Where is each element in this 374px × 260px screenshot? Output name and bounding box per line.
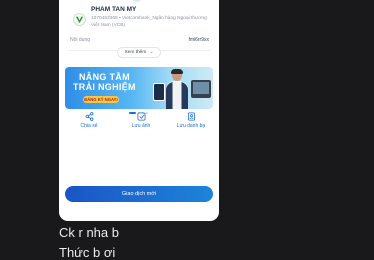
share-label: Chia sẻ [80, 123, 98, 129]
banner-person-image [166, 69, 188, 109]
save-image-button[interactable]: Lưu ảnh [121, 112, 161, 132]
tv-illustration-icon [191, 80, 211, 98]
save-contact-icon [187, 112, 195, 121]
new-transaction-button[interactable]: Giao dịch mới [65, 186, 213, 202]
recipient-account-info: 1070453368 • Vietcombank_Ngân hàng Ngoại… [91, 16, 207, 28]
share-icon [85, 112, 93, 121]
content-label: Nội dung [70, 37, 91, 43]
chat-message-line2: Thức b ơi [59, 245, 116, 260]
transfer-receipt-card: PHAM TAN MY 1070453368 • Vietcombank_Ngâ… [59, 0, 219, 221]
content-value: fmi6rr9xx [188, 37, 209, 43]
see-more-button[interactable]: Xem thêm ⌄ [117, 47, 161, 58]
save-contact-button[interactable]: Lưu danh bạ [171, 112, 211, 132]
top-status-circle [132, 0, 142, 2]
chevron-down-icon: ⌄ [149, 49, 154, 55]
receipt-actions: Chia sẻ Lưu ảnh Lưu danh bạ [69, 112, 214, 132]
save-image-label: Lưu ảnh [131, 123, 151, 129]
banner-register-button[interactable]: ĐĂNG KÝ NGAY! [83, 96, 119, 103]
banner-title-line1: NÂNG TẦM [79, 72, 130, 82]
banner-title-line2: TRẢI NGHIỆM [73, 82, 136, 92]
save-image-icon [136, 112, 146, 121]
see-more-label: Xem thêm [124, 50, 147, 55]
vietcombank-logo-icon [73, 13, 86, 26]
save-contact-label: Lưu danh bạ [176, 123, 206, 129]
content-row: Nội dung fmi6rr9xx [70, 37, 209, 45]
recipient-row: PHAM TAN MY 1070453368 • Vietcombank_Ngâ… [71, 6, 211, 36]
promo-banner[interactable]: NÂNG TẦM TRẢI NGHIỆM ĐĂNG KÝ NGAY! [65, 67, 213, 109]
phone-illustration-icon [153, 83, 165, 101]
share-button[interactable]: Chia sẻ [69, 112, 109, 132]
chat-message-line1: Ck r nha b [59, 225, 119, 240]
recipient-name: PHAM TAN MY [91, 6, 137, 13]
